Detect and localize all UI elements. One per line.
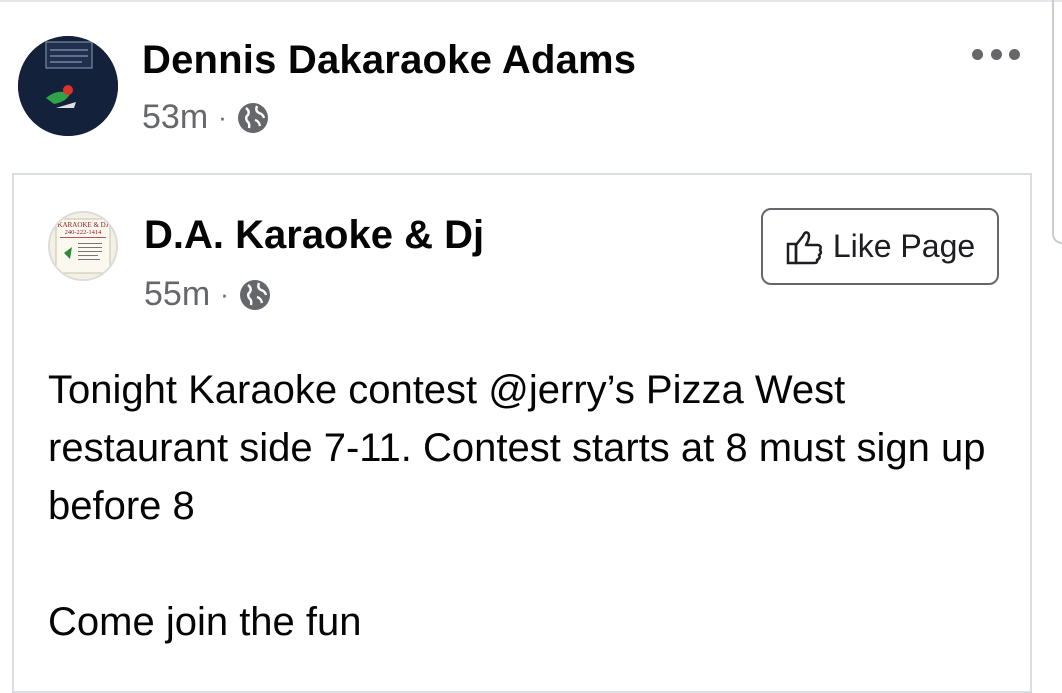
shared-post-time[interactable]: 55m <box>144 275 210 314</box>
page-name[interactable]: D.A. Karaoke & Dj <box>144 213 484 258</box>
more-dot-icon <box>972 48 983 60</box>
shared-post-meta: 55m · <box>144 275 271 314</box>
page-avatar-image: KARAOKE & DJ 240-222-1414 <box>50 213 116 279</box>
scroll-edge <box>1052 0 1062 244</box>
post-body-text: Tonight Karaoke contest @jerry’s Pizza W… <box>48 368 986 644</box>
globe-icon <box>237 102 268 133</box>
author-avatar[interactable] <box>18 36 118 136</box>
meta-separator: · <box>218 102 227 132</box>
more-options-button[interactable] <box>968 36 1024 72</box>
page-avatar-phone: 240-222-1414 <box>65 229 103 236</box>
more-dot-icon <box>990 48 1002 60</box>
author-name[interactable]: Dennis Dakaraoke Adams <box>142 38 636 83</box>
author-avatar-image <box>18 36 118 136</box>
like-page-label: Like Page <box>832 228 976 264</box>
top-divider <box>0 0 1062 2</box>
post-meta: 53m · <box>142 98 269 137</box>
meta-separator: · <box>220 279 229 309</box>
page-avatar-caption: KARAOKE & DJ <box>58 221 109 229</box>
more-dot-icon <box>1009 48 1020 60</box>
like-page-button[interactable]: Like Page <box>761 208 999 285</box>
shared-post-card[interactable]: KARAOKE & DJ 240-222-1414 D.A. Karaoke &… <box>12 173 1032 693</box>
globe-icon <box>239 279 270 310</box>
thumbs-up-icon <box>786 230 822 264</box>
post-time[interactable]: 53m <box>142 98 208 137</box>
page-avatar[interactable]: KARAOKE & DJ 240-222-1414 <box>48 211 118 281</box>
